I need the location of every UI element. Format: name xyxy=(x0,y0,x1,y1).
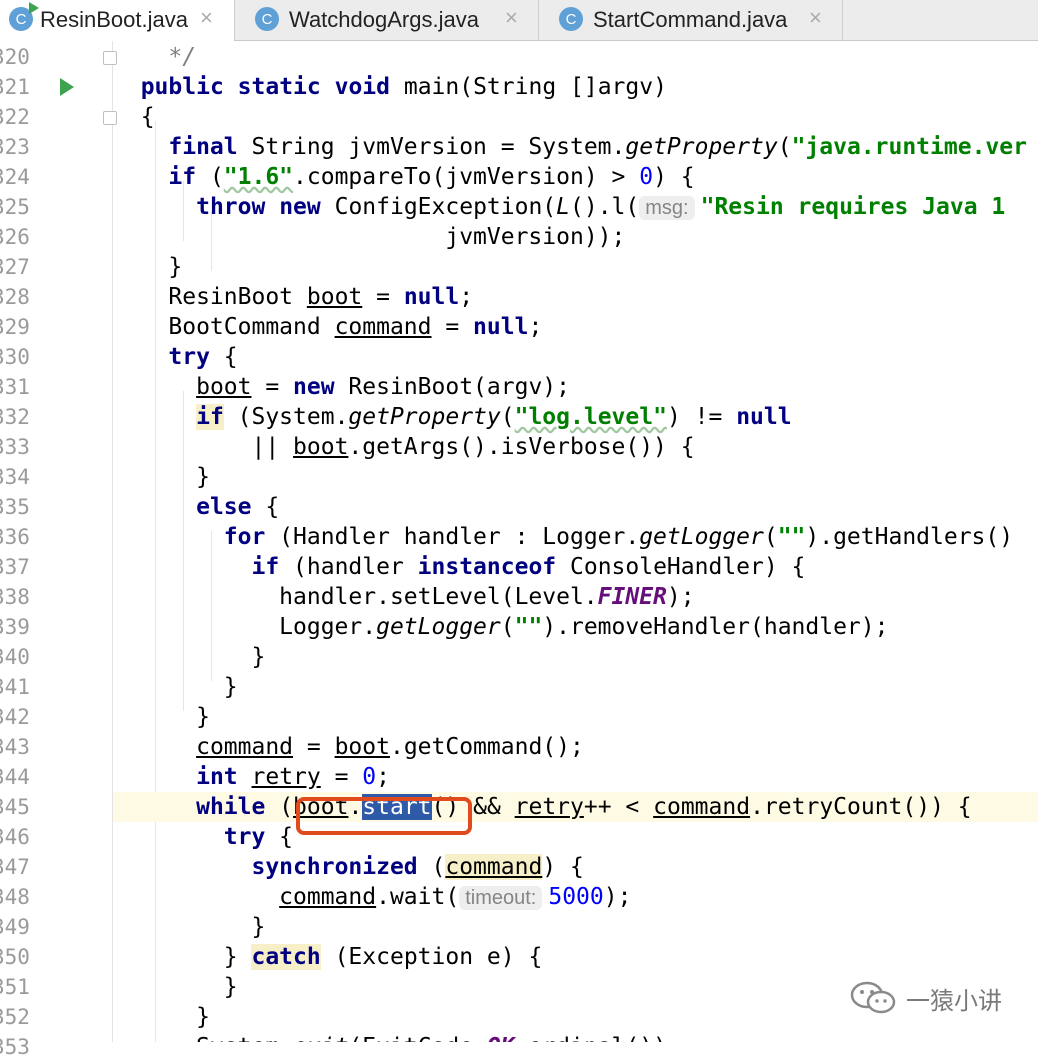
tab-label: WatchdogArgs.java xyxy=(289,7,479,32)
line-number: 336 xyxy=(0,525,30,549)
watermark: 一猿小讲 xyxy=(848,980,1002,1016)
java-class-icon: C xyxy=(255,7,279,31)
line-number: 351 xyxy=(0,975,30,999)
line-number: 324 xyxy=(0,165,30,189)
java-class-icon: C xyxy=(559,7,583,31)
line-number: 321 xyxy=(0,75,30,99)
watermark-text: 一猿小讲 xyxy=(906,986,1002,1015)
code-line: try { xyxy=(168,344,238,370)
tab-resinboot[interactable]: C ResinBoot.java × xyxy=(0,0,235,41)
line-number: 340 xyxy=(0,645,30,669)
code-line: int retry = 0; xyxy=(196,764,391,790)
line-number: 325 xyxy=(0,195,30,219)
line-number: 332 xyxy=(0,405,30,429)
line-number: 338 xyxy=(0,585,30,609)
tab-watchdogargs[interactable]: C WatchdogArgs.java × xyxy=(235,0,539,40)
code-line: throw new ConfigException(L().l(msg: "Res… xyxy=(196,194,1006,220)
code-line: handler.setLevel(Level.FINER); xyxy=(279,584,695,610)
code-line-current: while (boot.start() && retry++ < command… xyxy=(113,792,1038,835)
line-number: 328 xyxy=(0,285,30,309)
code-line: command = boot.getCommand(); xyxy=(196,734,584,760)
code-line: public static void main(String []argv) xyxy=(140,74,667,100)
close-icon[interactable]: × xyxy=(505,5,518,31)
tab-label: StartCommand.java xyxy=(593,7,788,32)
code-line: } xyxy=(196,704,210,730)
tab-startcommand[interactable]: C StartCommand.java × xyxy=(539,0,843,40)
run-badge-icon xyxy=(29,2,39,14)
code-line: Logger.getLogger("").removeHandler(handl… xyxy=(279,614,889,640)
code-line: || boot.getArgs().isVerbose()) { xyxy=(251,434,695,460)
param-hint: msg: xyxy=(639,196,695,220)
code-line: } xyxy=(223,674,238,700)
code-line: try { xyxy=(223,824,294,850)
code-line: if ("1.6".compareTo(jvmVersion) > 0) { xyxy=(168,164,695,190)
line-number: 348 xyxy=(0,885,30,909)
code-editor[interactable]: */ public static void main(String []argv… xyxy=(113,41,1038,1042)
line-number: 353 xyxy=(0,1035,30,1059)
code-line: if (System.getProperty("log.level") != n… xyxy=(196,404,792,430)
line-number: 335 xyxy=(0,495,30,519)
line-number: 320 xyxy=(0,45,30,69)
code-line: } xyxy=(251,644,266,670)
code-line: } xyxy=(196,464,210,490)
param-hint: timeout: xyxy=(459,886,543,910)
wechat-logo-icon xyxy=(850,981,896,1014)
code-line: */ xyxy=(168,44,197,70)
line-number: 331 xyxy=(0,375,30,399)
code-line: jvmVersion)); xyxy=(445,224,626,250)
code-line: ResinBoot boot = null; xyxy=(168,284,474,310)
line-number: 339 xyxy=(0,615,30,639)
code-line: } xyxy=(168,254,183,280)
code-line: } catch (Exception e) { xyxy=(223,944,543,970)
code-line: else { xyxy=(196,494,280,520)
line-number: 322 xyxy=(0,105,30,129)
line-number: 347 xyxy=(0,855,30,879)
code-line: BootCommand command = null; xyxy=(168,314,543,340)
line-number: 343 xyxy=(0,735,30,759)
code-line: if (handler instanceof ConsoleHandler) { xyxy=(251,554,806,580)
line-number: 329 xyxy=(0,315,30,339)
line-number: 349 xyxy=(0,915,30,939)
code-line: final String jvmVersion = System.getProp… xyxy=(168,134,1027,160)
line-number: 330 xyxy=(0,345,30,369)
line-number: 337 xyxy=(0,555,30,579)
line-number: 326 xyxy=(0,225,30,249)
code-line: { xyxy=(140,104,155,130)
line-number: 350 xyxy=(0,945,30,969)
line-number: 346 xyxy=(0,825,30,849)
code-line: synchronized (command) { xyxy=(251,854,584,880)
editor-tab-bar: C ResinBoot.java × C WatchdogArgs.java ×… xyxy=(0,0,1038,41)
code-line: } xyxy=(251,914,266,940)
code-line: for (Handler handler : Logger.getLogger(… xyxy=(223,524,1014,550)
line-number-gutter: 320 321 322 323 324 325 326 327 328 329 … xyxy=(0,41,117,1059)
close-icon[interactable]: × xyxy=(200,5,213,31)
run-main-icon[interactable] xyxy=(60,78,74,96)
line-number: 345 xyxy=(0,795,30,819)
java-class-icon: C xyxy=(9,2,39,31)
line-number: 341 xyxy=(0,675,30,699)
line-number: 334 xyxy=(0,465,30,489)
line-number: 342 xyxy=(0,705,30,729)
code-line: System.exit(ExitCode.OK.ordinal()) xyxy=(113,1032,1038,1042)
line-number: 352 xyxy=(0,1005,30,1029)
line-number: 327 xyxy=(0,255,30,279)
line-number: 344 xyxy=(0,765,30,789)
close-icon[interactable]: × xyxy=(809,5,822,31)
tab-label: ResinBoot.java xyxy=(40,7,188,32)
line-number: 323 xyxy=(0,135,30,159)
line-number: 333 xyxy=(0,435,30,459)
code-line: boot = new ResinBoot(argv); xyxy=(196,374,570,400)
code-line: command.wait(timeout: 5000); xyxy=(279,884,632,910)
